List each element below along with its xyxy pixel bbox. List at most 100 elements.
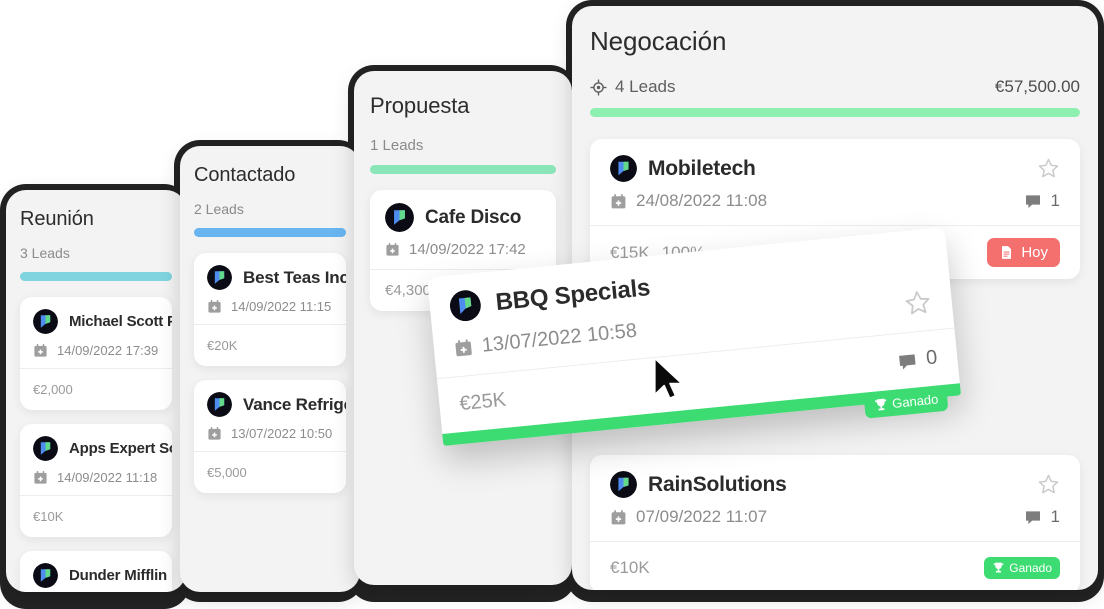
lead-card-footer: €5,000 bbox=[194, 451, 346, 493]
lead-name: Dunder Mifflin bbox=[69, 567, 168, 584]
badge-label: Hoy bbox=[1021, 244, 1048, 261]
leads-count: 4 Leads bbox=[615, 77, 676, 96]
avatar bbox=[610, 471, 637, 498]
badge-label: Ganado bbox=[891, 391, 939, 411]
lead-card-top: RainSolutions 07/09/2022 11:07 1 bbox=[590, 455, 1080, 541]
comment-group: 1 bbox=[1024, 191, 1060, 211]
comment-count: 0 bbox=[925, 346, 939, 370]
lead-card[interactable]: Michael Scott Paper 14/09/2022 17:39 €2,… bbox=[20, 297, 172, 410]
lead-date-row: 14/09/2022 11:15 bbox=[207, 299, 333, 314]
lead-amount: €4,300 bbox=[385, 282, 431, 299]
lead-card[interactable]: Apps Expert Solutio 14/09/2022 11:18 €10… bbox=[20, 424, 172, 537]
leads-count: 3 Leads bbox=[20, 245, 70, 261]
leads-count: 2 Leads bbox=[194, 201, 244, 217]
column-progress-bar bbox=[590, 108, 1080, 117]
calendar-icon bbox=[611, 509, 626, 524]
lead-card[interactable]: Vance Refrigera 13/07/2022 10:50 €5,000 bbox=[194, 380, 346, 493]
column-progress-bar bbox=[194, 228, 346, 237]
lead-amount: €10K bbox=[610, 557, 650, 577]
lead-card-footer: €20K bbox=[194, 324, 346, 366]
lead-date: 07/09/2022 11:07 bbox=[636, 507, 768, 526]
column-contactado[interactable]: Contactado 2 Leads Best Teas Inc 14/09/2… bbox=[180, 146, 360, 592]
avatar bbox=[385, 203, 414, 232]
column-title: Contactado bbox=[194, 164, 296, 186]
lead-date-row: 14/09/2022 11:18 bbox=[33, 470, 159, 485]
document-icon bbox=[1002, 246, 1012, 259]
lead-card-header: Mobiletech bbox=[610, 155, 1060, 182]
lead-card[interactable]: Dunder Mifflin 13/07/2022 10:53 €20K bbox=[20, 551, 172, 592]
column-progress-bar bbox=[370, 165, 556, 174]
lead-card-top: Michael Scott Paper 14/09/2022 17:39 bbox=[20, 297, 172, 368]
lead-date: 14/09/2022 17:42 bbox=[409, 241, 526, 258]
trophy-icon bbox=[993, 562, 1004, 573]
column-title: Reunión bbox=[20, 208, 94, 230]
lead-name: Mobiletech bbox=[648, 156, 756, 180]
lead-date: 24/08/2022 11:08 bbox=[636, 191, 768, 210]
comment-count: 1 bbox=[1050, 507, 1060, 526]
lead-date-row: 24/08/2022 11:08 1 bbox=[610, 191, 1060, 211]
lead-name: Vance Refrigera bbox=[243, 394, 346, 414]
lead-name: RainSolutions bbox=[648, 472, 787, 496]
lead-date-row: 07/09/2022 11:07 1 bbox=[610, 507, 1060, 527]
comment-icon bbox=[898, 353, 916, 370]
lead-card-top: Vance Refrigera 13/07/2022 10:50 bbox=[194, 380, 346, 451]
lead-card[interactable]: Best Teas Inc 14/09/2022 11:15 €20K bbox=[194, 253, 346, 366]
comment-group: 1 bbox=[1024, 507, 1060, 527]
lead-date: 14/09/2022 17:39 bbox=[57, 343, 159, 358]
star-icon[interactable] bbox=[1037, 473, 1060, 496]
avatar bbox=[33, 309, 58, 334]
lead-card-footer: €2,000 bbox=[20, 368, 172, 410]
lead-name: Best Teas Inc bbox=[243, 267, 346, 287]
lead-date: 13/07/2022 10:50 bbox=[231, 426, 333, 441]
column-meta: 4 Leads €57,500.00 bbox=[590, 77, 1080, 97]
column-title: Propuesta bbox=[370, 93, 470, 118]
lead-amount: €5,000 bbox=[207, 465, 247, 480]
lead-name: BBQ Specials bbox=[494, 273, 652, 316]
comment-icon bbox=[1025, 511, 1040, 524]
lead-card[interactable]: RainSolutions 07/09/2022 11:07 1 €10K Ga… bbox=[590, 455, 1080, 590]
calendar-icon bbox=[611, 193, 626, 208]
lead-date: 13/07/2022 10:58 bbox=[480, 319, 638, 357]
status-badge-ganado[interactable]: Ganado bbox=[984, 556, 1060, 579]
lead-card-top: Dunder Mifflin 13/07/2022 10:53 bbox=[20, 551, 172, 592]
calendar-icon bbox=[208, 426, 221, 440]
lead-amount: €20K bbox=[207, 338, 238, 353]
status-badge-hoy[interactable]: Hoy bbox=[987, 238, 1060, 267]
column-meta: 1 Leads bbox=[370, 137, 556, 154]
lead-date: 14/09/2022 11:18 bbox=[57, 470, 158, 485]
lead-card-header: Best Teas Inc bbox=[207, 265, 346, 290]
lead-card-footer: €10K bbox=[20, 495, 172, 537]
avatar bbox=[449, 290, 481, 322]
lead-date-row: 13/07/2022 10:50 bbox=[207, 426, 333, 441]
lead-amount: €10K bbox=[33, 509, 64, 524]
lead-card-header: Vance Refrigera bbox=[207, 392, 346, 417]
column-progress-bar bbox=[20, 272, 172, 281]
avatar bbox=[207, 392, 232, 417]
lead-name: Cafe Disco bbox=[425, 206, 522, 228]
lead-card-header: RainSolutions bbox=[610, 471, 1060, 498]
avatar bbox=[207, 265, 232, 290]
lead-amount: €25K bbox=[458, 388, 508, 416]
calendar-icon bbox=[34, 343, 47, 357]
lead-name: Apps Expert Solutio bbox=[69, 440, 172, 457]
calendar-icon bbox=[455, 338, 472, 356]
lead-card-top: Apps Expert Solutio 14/09/2022 11:18 bbox=[20, 424, 172, 495]
column-meta: 3 Leads bbox=[20, 245, 172, 261]
lead-date: 14/09/2022 11:15 bbox=[231, 299, 332, 314]
comment-count: 1 bbox=[1050, 191, 1060, 210]
calendar-icon bbox=[34, 470, 47, 484]
leads-count: 1 Leads bbox=[370, 137, 424, 154]
lead-card-header: Apps Expert Solutio bbox=[33, 436, 172, 461]
kanban-board: Reunión 3 Leads Michael Scott Paper bbox=[0, 0, 1104, 609]
lead-date-row: 14/09/2022 17:39 bbox=[33, 343, 159, 358]
lead-card-footer: €10K Ganado bbox=[590, 541, 1080, 590]
star-icon[interactable] bbox=[1037, 157, 1060, 180]
calendar-icon bbox=[208, 299, 221, 313]
avatar bbox=[610, 155, 637, 182]
comment-icon bbox=[1025, 195, 1040, 208]
column-total-amount: €57,500.00 bbox=[994, 77, 1080, 96]
comment-group: 0 bbox=[896, 346, 938, 373]
column-reunion[interactable]: Reunión 3 Leads Michael Scott Paper bbox=[6, 190, 186, 592]
lead-card-header: Michael Scott Paper bbox=[33, 309, 172, 334]
star-icon[interactable] bbox=[902, 288, 933, 319]
